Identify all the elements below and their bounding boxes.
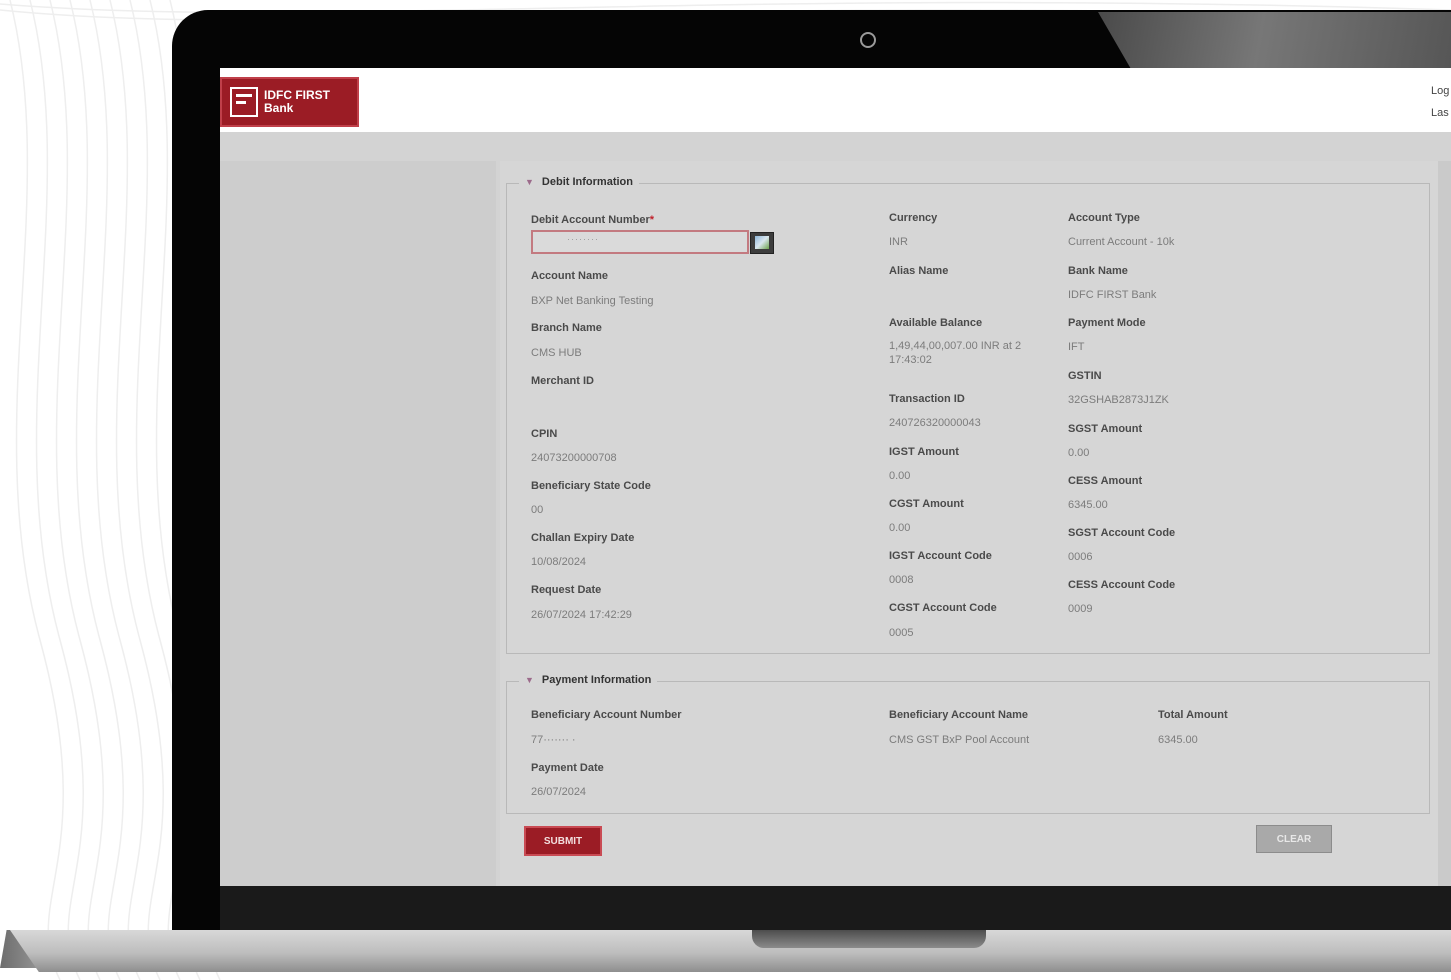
beneficiary-state-code-value: 00 [531, 504, 544, 516]
request-date-value: 26/07/2024 17:42:29 [531, 609, 632, 621]
request-date-label: Request Date [531, 584, 602, 596]
account-lookup-button[interactable] [750, 232, 774, 254]
left-menu-panel [220, 161, 496, 886]
beneficiary-account-name-value: CMS GST BxP Pool Account [889, 734, 1030, 746]
collapse-icon[interactable]: ▼ [525, 177, 534, 187]
currency-label: Currency [889, 212, 938, 224]
debit-account-number-input[interactable]: ········ [531, 230, 749, 254]
cgst-amount-label: CGST Amount [889, 498, 964, 510]
merchant-id-label: Merchant ID [531, 375, 594, 387]
cess-account-code-label: CESS Account Code [1068, 579, 1176, 591]
cgst-account-code-value: 0005 [889, 627, 914, 639]
cess-account-code-value: 0009 [1068, 603, 1093, 615]
beneficiary-account-name-label: Beneficiary Account Name [889, 709, 1028, 721]
payment-mode-value: IFT [1068, 341, 1085, 353]
cess-amount-value: 6345.00 [1068, 499, 1108, 511]
igst-amount-value: 0.00 [889, 470, 911, 482]
payment-information-section: ▼ Payment Information Beneficiary Accoun… [506, 674, 1430, 814]
last-login-text: Las [1431, 107, 1449, 119]
gstin-value: 32GSHAB2873J1ZK [1068, 394, 1169, 406]
account-type-value: Current Account - 10k [1068, 236, 1175, 248]
cpin-value: 24073200000708 [531, 452, 617, 464]
webcam-icon [860, 32, 876, 48]
available-balance-label: Available Balance [889, 317, 983, 329]
branch-name-label: Branch Name [531, 322, 602, 334]
beneficiary-state-code-label: Beneficiary State Code [531, 480, 651, 492]
payment-date-label: Payment Date [531, 762, 604, 774]
app-screen: IDFC FIRST Bank Log Las ▼ Debit Informat… [220, 68, 1451, 886]
debit-information-legend[interactable]: ▼ Debit Information [519, 176, 639, 188]
total-amount-value: 6345.00 [1158, 734, 1198, 746]
collapse-icon[interactable]: ▼ [525, 675, 534, 685]
challan-expiry-label: Challan Expiry Date [531, 532, 635, 544]
account-name-label: Account Name [531, 270, 609, 282]
bank-logo[interactable]: IDFC FIRST Bank [220, 77, 359, 127]
sgst-account-code-value: 0006 [1068, 551, 1093, 563]
debit-information-section: ▼ Debit Information Debit Account Number… [506, 176, 1430, 654]
account-name-value: BXP Net Banking Testing [531, 295, 654, 307]
laptop-notch [752, 930, 986, 948]
clear-button[interactable]: CLEAR [1256, 825, 1332, 853]
sgst-account-code-label: SGST Account Code [1068, 527, 1176, 539]
submit-button[interactable]: SUBMIT [524, 826, 602, 856]
payment-information-title: Payment Information [541, 674, 652, 686]
lid-reflection [1098, 12, 1451, 68]
debit-account-number-label: Debit Account Number* [531, 214, 655, 226]
branch-name-value: CMS HUB [531, 347, 582, 359]
cgst-account-code-label: CGST Account Code [889, 602, 997, 614]
logout-link[interactable]: Log [1431, 80, 1449, 102]
sgst-amount-label: SGST Amount [1068, 423, 1143, 435]
gstin-label: GSTIN [1068, 370, 1102, 382]
igst-account-code-label: IGST Account Code [889, 550, 992, 562]
debit-information-title: Debit Information [541, 176, 633, 188]
app-header: IDFC FIRST Bank Log Las [220, 68, 1451, 132]
sgst-amount-value: 0.00 [1068, 447, 1090, 459]
alias-name-label: Alias Name [889, 265, 949, 277]
laptop-base [10, 930, 1451, 972]
payment-date-value: 26/07/2024 [531, 786, 587, 798]
transaction-id-value: 240726320000043 [889, 417, 981, 429]
beneficiary-account-number-label: Beneficiary Account Number [531, 709, 682, 721]
content-area: ▼ Debit Information Debit Account Number… [500, 161, 1438, 886]
igst-account-code-value: 0008 [889, 574, 914, 586]
beneficiary-account-number-value: 77······· · [531, 734, 576, 746]
total-amount-label: Total Amount [1158, 709, 1228, 721]
cgst-amount-value: 0.00 [889, 522, 911, 534]
cpin-label: CPIN [531, 428, 558, 440]
transaction-id-label: Transaction ID [889, 393, 965, 405]
currency-value: INR [889, 236, 908, 248]
cess-amount-label: CESS Amount [1068, 475, 1143, 487]
payment-information-legend[interactable]: ▼ Payment Information [519, 674, 658, 686]
available-balance-time: 17:43:02 [889, 354, 932, 366]
right-panel-strip [1438, 161, 1451, 886]
igst-amount-label: IGST Amount [889, 446, 959, 458]
bank-name-label: Bank Name [1068, 265, 1128, 277]
payment-mode-label: Payment Mode [1068, 317, 1146, 329]
challan-expiry-value: 10/08/2024 [531, 556, 587, 568]
bank-logo-icon [230, 87, 258, 117]
available-balance-value: 1,49,44,00,007.00 INR at 2 [889, 340, 1022, 352]
bank-name-value: IDFC FIRST Bank [1068, 289, 1157, 301]
screen-bottom-bezel [220, 886, 1451, 932]
account-type-label: Account Type [1068, 212, 1140, 224]
logo-line2: Bank [264, 101, 294, 115]
